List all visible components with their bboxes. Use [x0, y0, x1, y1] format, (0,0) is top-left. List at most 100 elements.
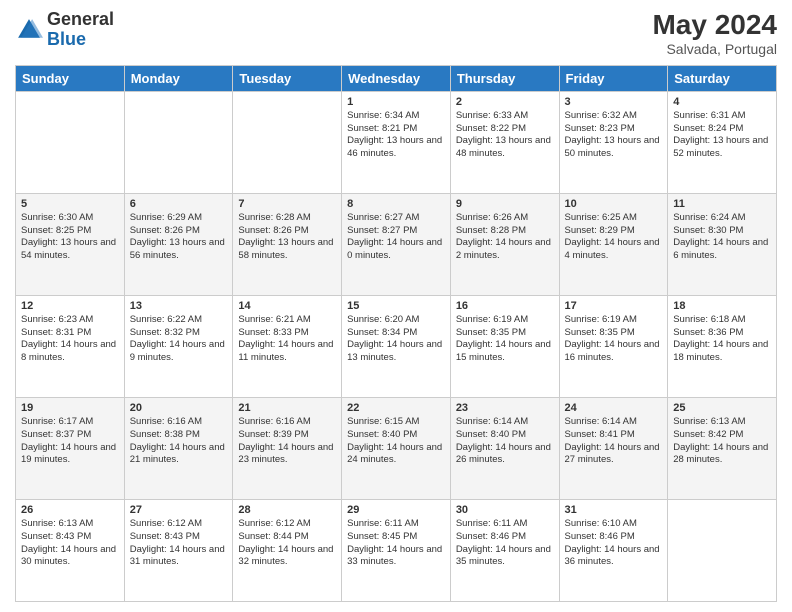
day-info: Sunrise: 6:19 AM Sunset: 8:35 PM Dayligh… — [565, 314, 663, 365]
week-row-2: 12 Sunrise: 6:23 AM Sunset: 8:31 PM Dayli… — [16, 295, 777, 397]
day-info: Sunrise: 6:32 AM Sunset: 8:23 PM Dayligh… — [565, 110, 663, 161]
cell-week2-day3: 15 Sunrise: 6:20 AM Sunset: 8:34 PM Dayli… — [342, 295, 451, 397]
logo-text: General Blue — [47, 10, 114, 50]
day-number: 1 — [347, 96, 445, 108]
day-number: 22 — [347, 402, 445, 414]
cell-week3-day2: 21 Sunrise: 6:16 AM Sunset: 8:39 PM Dayli… — [233, 397, 342, 499]
cell-week4-day5: 31 Sunrise: 6:10 AM Sunset: 8:46 PM Dayli… — [559, 499, 668, 601]
cell-week4-day1: 27 Sunrise: 6:12 AM Sunset: 8:43 PM Dayli… — [124, 499, 233, 601]
cell-week2-day1: 13Sunrise: 6:22 AM Sunset: 8:32 PM Dayli… — [124, 295, 233, 397]
day-info: Sunrise: 6:16 AM Sunset: 8:38 PM Dayligh… — [130, 416, 228, 467]
day-number: 8 — [347, 198, 445, 210]
cell-week2-day0: 12 Sunrise: 6:23 AM Sunset: 8:31 PM Dayli… — [16, 295, 125, 397]
cell-week2-day4: 16Sunrise: 6:19 AM Sunset: 8:35 PM Dayli… — [450, 295, 559, 397]
day-number: 7 — [238, 198, 336, 210]
cell-week4-day6 — [668, 499, 777, 601]
day-info: Sunrise: 6:11 AM Sunset: 8:45 PM Dayligh… — [347, 518, 445, 569]
header-monday: Monday — [124, 65, 233, 91]
cell-week3-day3: 22 Sunrise: 6:15 AM Sunset: 8:40 PM Dayli… — [342, 397, 451, 499]
week-row-0: 1Sunrise: 6:34 AM Sunset: 8:21 PM Daylig… — [16, 91, 777, 193]
logo-blue: Blue — [47, 29, 86, 49]
day-number: 14 — [238, 300, 336, 312]
cell-week0-day1 — [124, 91, 233, 193]
day-info: Sunrise: 6:17 AM Sunset: 8:37 PM Dayligh… — [21, 416, 119, 467]
cell-week2-day5: 17 Sunrise: 6:19 AM Sunset: 8:35 PM Dayli… — [559, 295, 668, 397]
page: General Blue May 2024 Salvada, Portugal … — [0, 0, 792, 612]
day-info: Sunrise: 6:14 AM Sunset: 8:41 PM Dayligh… — [565, 416, 663, 467]
day-number: 27 — [130, 504, 228, 516]
day-info: Sunrise: 6:22 AM Sunset: 8:32 PM Dayligh… — [130, 314, 228, 365]
cell-week1-day2: 7 Sunrise: 6:28 AM Sunset: 8:26 PM Daylig… — [233, 193, 342, 295]
day-number: 12 — [21, 300, 119, 312]
day-number: 17 — [565, 300, 663, 312]
cell-week0-day0 — [16, 91, 125, 193]
day-number: 18 — [673, 300, 771, 312]
day-number: 4 — [673, 96, 771, 108]
day-info: Sunrise: 6:13 AM Sunset: 8:42 PM Dayligh… — [673, 416, 771, 467]
cell-week4-day3: 29 Sunrise: 6:11 AM Sunset: 8:45 PM Dayli… — [342, 499, 451, 601]
header-wednesday: Wednesday — [342, 65, 451, 91]
cell-week1-day1: 6 Sunrise: 6:29 AM Sunset: 8:26 PM Daylig… — [124, 193, 233, 295]
day-info: Sunrise: 6:29 AM Sunset: 8:26 PM Dayligh… — [130, 212, 228, 263]
day-number: 19 — [21, 402, 119, 414]
week-row-3: 19 Sunrise: 6:17 AM Sunset: 8:37 PM Dayli… — [16, 397, 777, 499]
day-info: Sunrise: 6:30 AM Sunset: 8:25 PM Dayligh… — [21, 212, 119, 263]
day-info: Sunrise: 6:28 AM Sunset: 8:26 PM Dayligh… — [238, 212, 336, 263]
cell-week4-day0: 26 Sunrise: 6:13 AM Sunset: 8:43 PM Dayli… — [16, 499, 125, 601]
day-info: Sunrise: 6:15 AM Sunset: 8:40 PM Dayligh… — [347, 416, 445, 467]
header-saturday: Saturday — [668, 65, 777, 91]
day-info: Sunrise: 6:10 AM Sunset: 8:46 PM Dayligh… — [565, 518, 663, 569]
weekday-header-row: Sunday Monday Tuesday Wednesday Thursday… — [16, 65, 777, 91]
cell-week2-day2: 14 Sunrise: 6:21 AM Sunset: 8:33 PM Dayli… — [233, 295, 342, 397]
day-number: 5 — [21, 198, 119, 210]
day-info: Sunrise: 6:21 AM Sunset: 8:33 PM Dayligh… — [238, 314, 336, 365]
day-info: Sunrise: 6:25 AM Sunset: 8:29 PM Dayligh… — [565, 212, 663, 263]
cell-week2-day6: 18 Sunrise: 6:18 AM Sunset: 8:36 PM Dayli… — [668, 295, 777, 397]
day-info: Sunrise: 6:12 AM Sunset: 8:44 PM Dayligh… — [238, 518, 336, 569]
day-info: Sunrise: 6:14 AM Sunset: 8:40 PM Dayligh… — [456, 416, 554, 467]
day-info: Sunrise: 6:13 AM Sunset: 8:43 PM Dayligh… — [21, 518, 119, 569]
day-info: Sunrise: 6:18 AM Sunset: 8:36 PM Dayligh… — [673, 314, 771, 365]
day-number: 31 — [565, 504, 663, 516]
header-sunday: Sunday — [16, 65, 125, 91]
logo-icon — [15, 16, 43, 44]
cell-week3-day1: 20 Sunrise: 6:16 AM Sunset: 8:38 PM Dayli… — [124, 397, 233, 499]
cell-week3-day6: 25Sunrise: 6:13 AM Sunset: 8:42 PM Dayli… — [668, 397, 777, 499]
cell-week4-day4: 30Sunrise: 6:11 AM Sunset: 8:46 PM Dayli… — [450, 499, 559, 601]
cell-week3-day0: 19 Sunrise: 6:17 AM Sunset: 8:37 PM Dayli… — [16, 397, 125, 499]
day-number: 11 — [673, 198, 771, 210]
cell-week3-day5: 24 Sunrise: 6:14 AM Sunset: 8:41 PM Dayli… — [559, 397, 668, 499]
day-info: Sunrise: 6:24 AM Sunset: 8:30 PM Dayligh… — [673, 212, 771, 263]
month-year: May 2024 — [652, 10, 777, 41]
day-number: 9 — [456, 198, 554, 210]
cell-week0-day5: 3Sunrise: 6:32 AM Sunset: 8:23 PM Daylig… — [559, 91, 668, 193]
location: Salvada, Portugal — [652, 41, 777, 57]
cell-week1-day6: 11 Sunrise: 6:24 AM Sunset: 8:30 PM Dayli… — [668, 193, 777, 295]
title-block: May 2024 Salvada, Portugal — [652, 10, 777, 57]
header-tuesday: Tuesday — [233, 65, 342, 91]
day-number: 26 — [21, 504, 119, 516]
cell-week0-day2 — [233, 91, 342, 193]
cell-week1-day4: 9Sunrise: 6:26 AM Sunset: 8:28 PM Daylig… — [450, 193, 559, 295]
day-number: 20 — [130, 402, 228, 414]
header-thursday: Thursday — [450, 65, 559, 91]
day-info: Sunrise: 6:16 AM Sunset: 8:39 PM Dayligh… — [238, 416, 336, 467]
header-friday: Friday — [559, 65, 668, 91]
logo-general: General — [47, 9, 114, 29]
day-number: 2 — [456, 96, 554, 108]
day-number: 6 — [130, 198, 228, 210]
day-info: Sunrise: 6:23 AM Sunset: 8:31 PM Dayligh… — [21, 314, 119, 365]
day-info: Sunrise: 6:12 AM Sunset: 8:43 PM Dayligh… — [130, 518, 228, 569]
day-info: Sunrise: 6:31 AM Sunset: 8:24 PM Dayligh… — [673, 110, 771, 161]
day-info: Sunrise: 6:11 AM Sunset: 8:46 PM Dayligh… — [456, 518, 554, 569]
day-number: 15 — [347, 300, 445, 312]
day-number: 28 — [238, 504, 336, 516]
cell-week1-day3: 8Sunrise: 6:27 AM Sunset: 8:27 PM Daylig… — [342, 193, 451, 295]
day-info: Sunrise: 6:20 AM Sunset: 8:34 PM Dayligh… — [347, 314, 445, 365]
calendar-table: Sunday Monday Tuesday Wednesday Thursday… — [15, 65, 777, 602]
cell-week0-day3: 1Sunrise: 6:34 AM Sunset: 8:21 PM Daylig… — [342, 91, 451, 193]
day-number: 21 — [238, 402, 336, 414]
day-number: 29 — [347, 504, 445, 516]
day-info: Sunrise: 6:33 AM Sunset: 8:22 PM Dayligh… — [456, 110, 554, 161]
day-number: 24 — [565, 402, 663, 414]
